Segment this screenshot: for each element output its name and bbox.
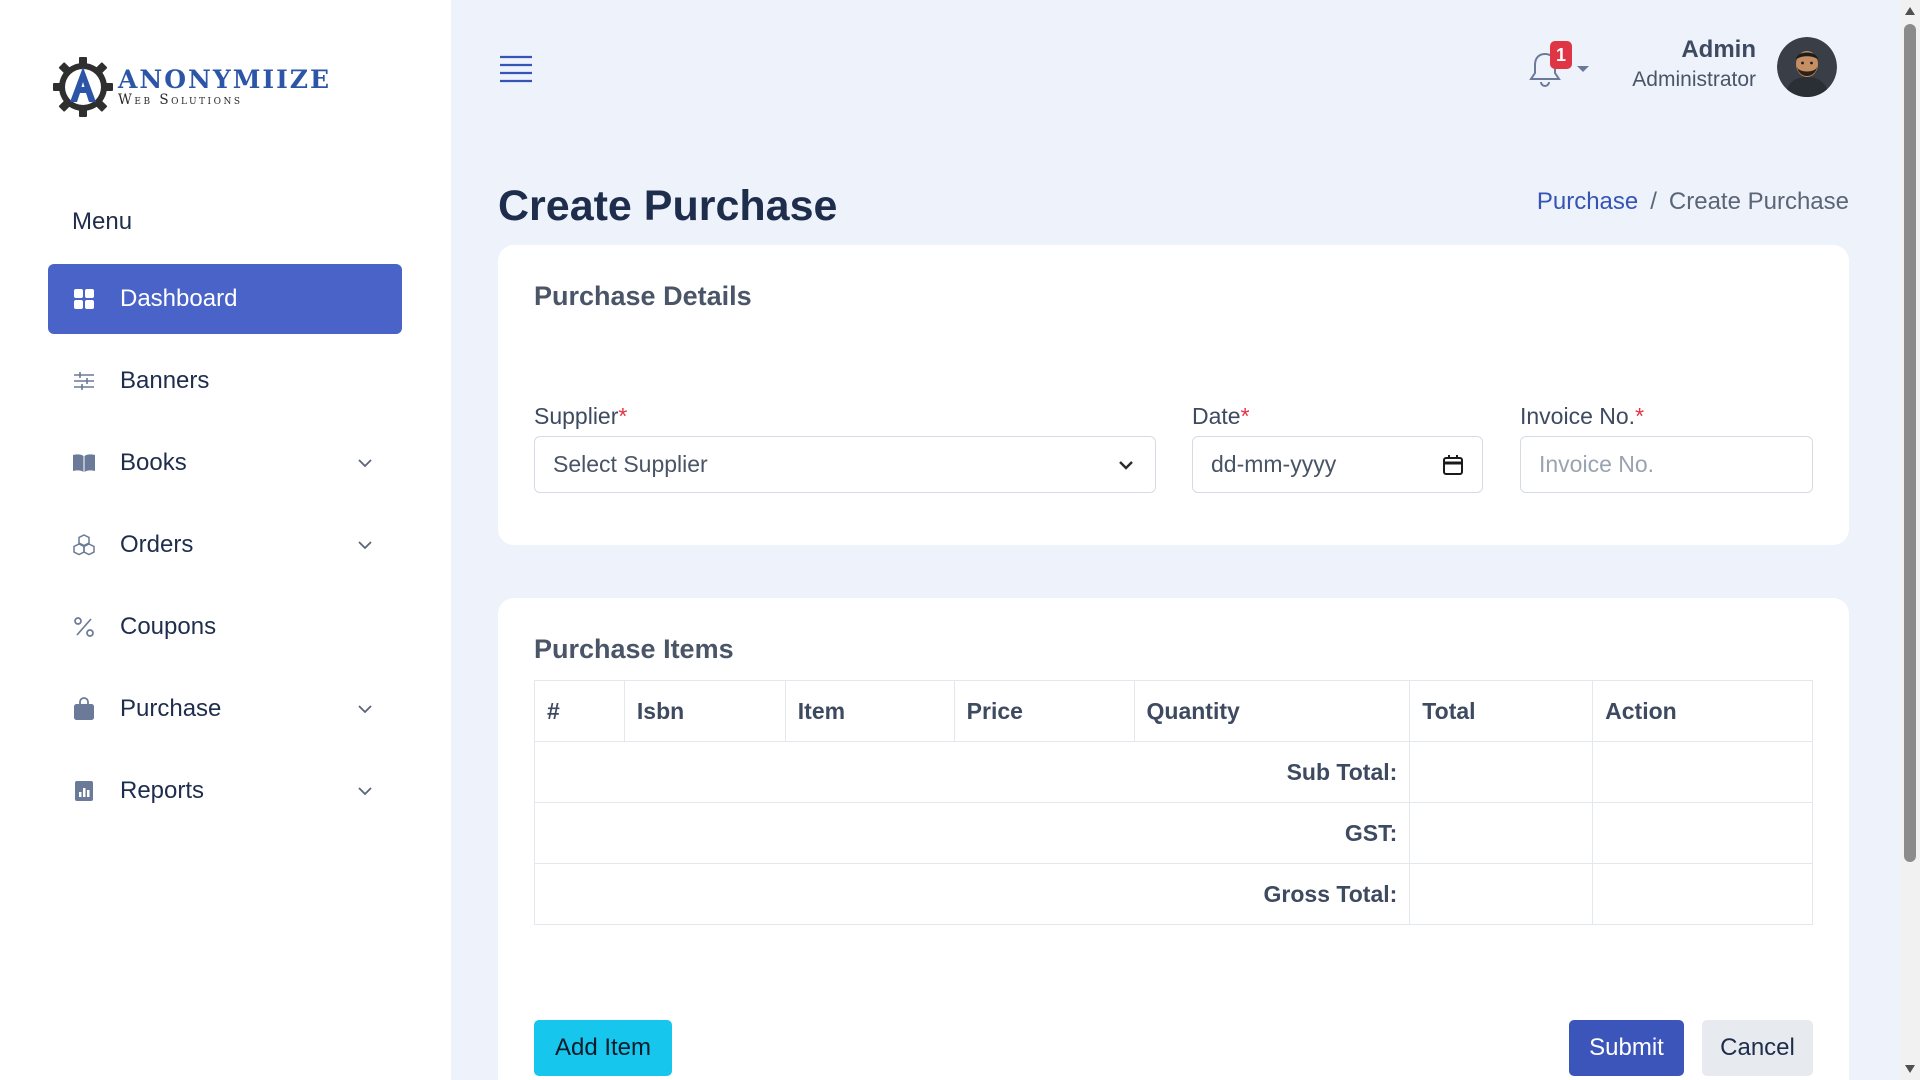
invoice-label-text: Invoice No. [1520,403,1636,429]
brand-logo[interactable]: ANONYMIIZE Web Solutions [52,56,331,118]
sidebar-item-label: Orders [120,531,194,558]
column-header-isbn: Isbn [623,680,786,742]
chevron-down-icon [356,536,374,554]
sliders-icon [72,369,96,393]
gst-label: GST: [533,802,1411,864]
notifications-button[interactable]: 1 [1528,41,1592,90]
gross-total-value [1409,863,1594,925]
gst-value [1409,802,1594,864]
purchase-details-card: Purchase Details Supplier* Select Suppli… [498,245,1849,545]
percent-icon [72,615,96,639]
caret-down-icon [1577,66,1589,72]
page-title: Create Purchase [498,182,838,230]
chevron-down-icon [356,782,374,800]
sub-total-row: Sub Total: [533,741,1813,803]
sub-total-value [1409,741,1594,803]
date-label-text: Date [1192,403,1241,429]
user-info[interactable]: Admin Administrator [1632,36,1756,92]
cancel-button[interactable]: Cancel [1702,1020,1813,1076]
sidebar-item-label: Reports [120,777,205,804]
book-icon [72,451,96,475]
menu-heading: Menu [72,208,133,235]
required-mark: * [1240,403,1250,429]
sidebar: ANONYMIIZE Web Solutions Menu Dashboard … [0,0,451,1080]
gross-total-action [1592,863,1813,925]
sidebar-item-label: Coupons [120,613,217,640]
invoice-input[interactable]: Invoice No. [1520,436,1813,493]
column-header-item: Item [784,680,955,742]
sidebar-item-label: Banners [120,367,210,394]
brand-name: ANONYMIIZE [118,64,332,94]
gst-action [1592,802,1813,864]
supplier-label-text: Supplier [534,403,619,429]
invoice-input-placeholder: Invoice No. [1539,451,1655,477]
chevron-down-icon [1115,454,1137,476]
sidebar-item-purchase[interactable]: Purchase [48,674,402,744]
supplier-select[interactable]: Select Supplier [534,436,1156,493]
boxes-icon [72,533,96,557]
notification-badge: 1 [1550,41,1572,69]
purchase-items-title: Purchase Items [534,634,734,664]
add-item-button[interactable]: Add Item [534,1020,672,1076]
date-label: Date* [1192,403,1250,430]
column-header-quantity: Quantity [1133,680,1411,742]
date-input-value: dd-mm-yyyy [1211,451,1337,477]
table-header-row: # Isbn Item Price Quantity Total Action [534,680,1813,742]
column-header-number: # [534,680,625,742]
sidebar-item-label: Books [120,449,187,476]
purchase-details-title: Purchase Details [534,281,752,311]
required-mark: * [618,403,628,429]
gross-total-row: Gross Total: [533,863,1813,925]
user-role: Administrator [1632,68,1756,91]
required-mark: * [1635,403,1645,429]
chevron-down-icon [356,700,374,718]
avatar[interactable] [1777,37,1837,97]
sub-total-label: Sub Total: [533,741,1411,803]
sidebar-item-coupons[interactable]: Coupons [48,592,402,662]
submit-button[interactable]: Submit [1569,1020,1684,1076]
invoice-label: Invoice No.* [1520,403,1644,430]
menu-toggle-button[interactable] [499,54,533,84]
user-avatar-icon [1777,37,1837,97]
supplier-label: Supplier* [534,403,627,430]
sidebar-item-reports[interactable]: Reports [48,756,402,826]
sidebar-nav: Dashboard Banners Books Orders Coupons P… [48,264,402,838]
column-header-action: Action [1592,680,1813,742]
grid-icon [72,287,96,311]
date-input[interactable]: dd-mm-yyyy [1192,436,1483,493]
purchase-items-table: # Isbn Item Price Quantity Total Action … [533,680,1813,925]
purchase-items-card: Purchase Items # Isbn Item Price Quantit… [498,598,1849,1080]
bar-chart-icon [72,779,96,803]
gross-total-label: Gross Total: [533,863,1411,925]
column-header-total: Total [1409,680,1594,742]
sidebar-item-orders[interactable]: Orders [48,510,402,580]
column-header-price: Price [953,680,1135,742]
breadcrumb-separator: / [1650,188,1657,215]
chevron-down-icon [356,454,374,472]
gst-row: GST: [533,802,1813,864]
user-name: Admin [1681,36,1756,63]
page-scrollbar[interactable] [1900,0,1920,1080]
sub-total-action [1592,741,1813,803]
scroll-down-arrow-icon[interactable] [1904,1064,1916,1074]
breadcrumb-current: Create Purchase [1668,188,1849,215]
breadcrumb-purchase-link[interactable]: Purchase [1537,188,1638,216]
sidebar-item-label: Dashboard [120,285,238,312]
gear-logo-icon [53,57,113,117]
breadcrumb: Purchase / Create Purchase [1537,188,1849,216]
hamburger-icon [500,55,532,83]
brand-tagline: Web Solutions [118,91,243,108]
sidebar-item-dashboard[interactable]: Dashboard [48,264,402,334]
sidebar-item-banners[interactable]: Banners [48,346,402,416]
supplier-select-value: Select Supplier [553,451,708,477]
sidebar-item-books[interactable]: Books [48,428,402,498]
scroll-up-arrow-icon[interactable] [1904,6,1916,16]
bag-icon [72,697,96,721]
sidebar-item-label: Purchase [120,695,222,722]
scrollbar-thumb[interactable] [1904,24,1916,862]
calendar-icon[interactable] [1442,454,1464,476]
